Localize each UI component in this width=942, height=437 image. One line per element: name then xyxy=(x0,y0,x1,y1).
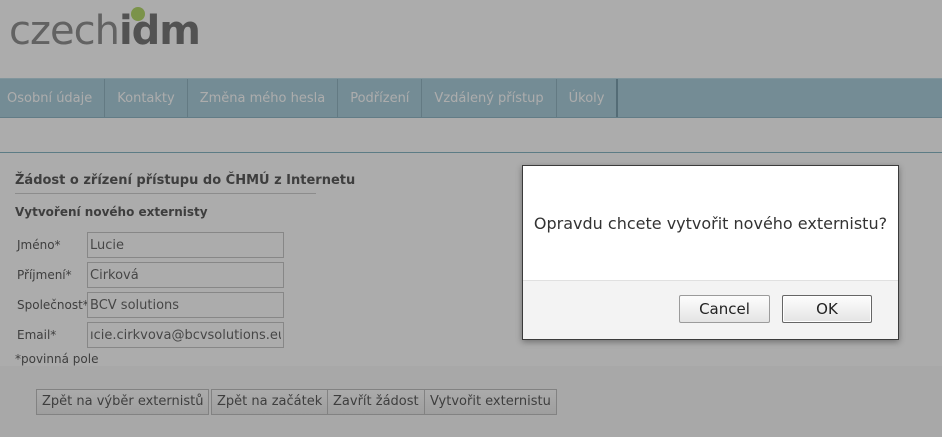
dialog-footer: Cancel OK xyxy=(523,280,898,339)
confirm-dialog: Opravdu chcete vytvořit nového externist… xyxy=(522,165,899,340)
dialog-message: Opravdu chcete vytvořit nového externist… xyxy=(533,213,888,233)
ok-button[interactable]: OK xyxy=(782,295,872,323)
cancel-button[interactable]: Cancel xyxy=(679,295,770,323)
